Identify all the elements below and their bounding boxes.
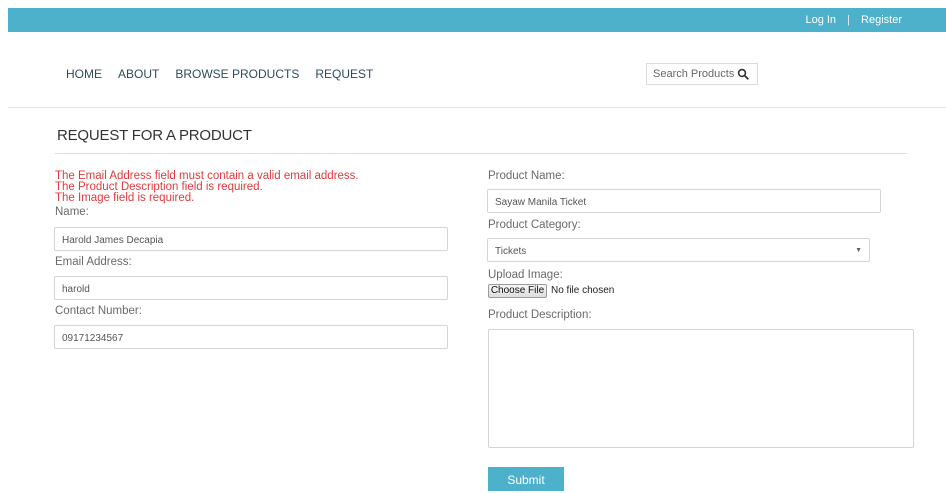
chevron-down-icon: ▼: [855, 247, 862, 254]
error-messages: The Email Address field must contain a v…: [55, 170, 359, 204]
account-links: Log In | Register: [805, 14, 902, 26]
email-label: Email Address:: [55, 256, 132, 268]
name-field[interactable]: Harold James Decapia: [54, 227, 448, 251]
error-image: The Image field is required.: [55, 192, 195, 204]
link-separator: |: [847, 14, 850, 26]
title-divider: [55, 153, 907, 154]
upload-label: Upload Image:: [488, 269, 563, 281]
file-status: No file chosen: [551, 285, 615, 296]
nav-request[interactable]: REQUEST: [315, 67, 373, 81]
product-name-label: Product Name:: [488, 170, 565, 182]
category-select[interactable]: Tickets ▼: [487, 238, 870, 262]
top-bar: Log In | Register: [8, 8, 946, 32]
nav-divider: [8, 107, 946, 108]
search-input[interactable]: [647, 64, 737, 83]
description-textarea[interactable]: [488, 329, 914, 448]
submit-button[interactable]: Submit: [488, 467, 564, 491]
register-link[interactable]: Register: [861, 14, 902, 26]
nav-home[interactable]: HOME: [66, 67, 102, 81]
category-selected-value: Tickets: [495, 246, 527, 257]
choose-file-button[interactable]: Choose File: [488, 284, 547, 298]
contact-field[interactable]: 09171234567: [54, 325, 448, 349]
search-box: [646, 63, 758, 85]
category-label: Product Category:: [488, 219, 581, 231]
description-label: Product Description:: [488, 309, 592, 321]
login-link[interactable]: Log In: [805, 14, 836, 26]
page-title: REQUEST FOR A PRODUCT: [57, 127, 252, 144]
nav-browse-products[interactable]: BROWSE PRODUCTS: [175, 67, 299, 81]
product-name-field[interactable]: Sayaw Manila Ticket: [487, 189, 881, 213]
email-field[interactable]: harold: [54, 276, 448, 300]
nav-about[interactable]: ABOUT: [118, 67, 159, 81]
main-nav: HOME ABOUT BROWSE PRODUCTS REQUEST: [66, 67, 389, 81]
name-label: Name:: [55, 206, 89, 218]
search-icon[interactable]: [737, 68, 749, 80]
contact-label: Contact Number:: [55, 305, 142, 317]
